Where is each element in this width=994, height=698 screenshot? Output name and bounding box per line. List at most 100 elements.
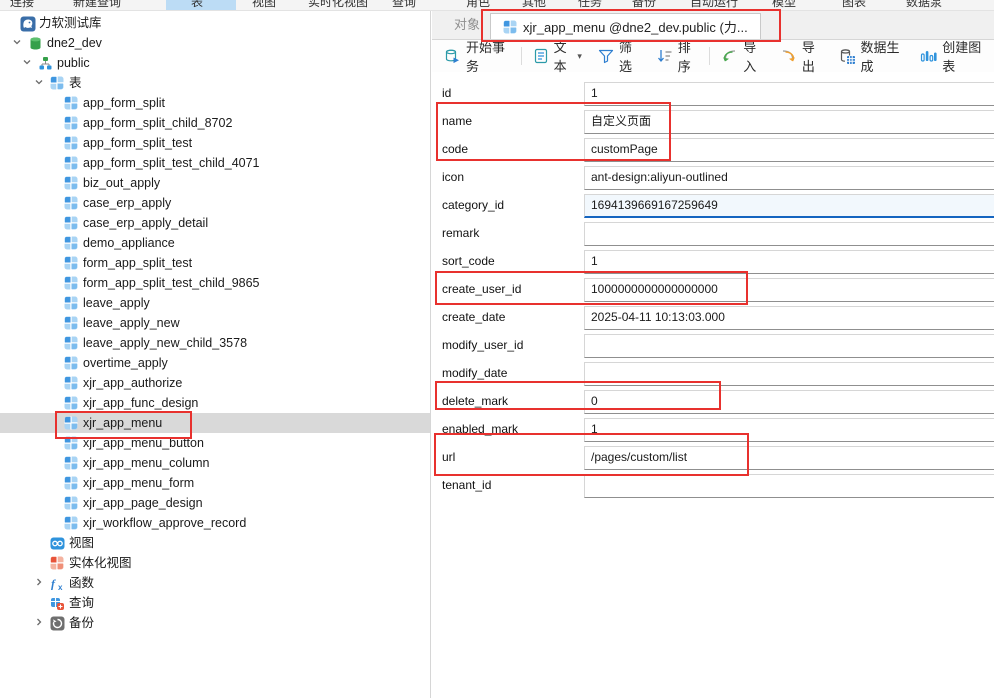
field-value-cell-category_id[interactable]: 1694139669167259649 (584, 194, 994, 218)
tree-item-xjr_app_authorize[interactable]: xjr_app_authorize (0, 373, 430, 393)
tree-item-dne2_dev[interactable]: dne2_dev (0, 33, 430, 53)
field-value-cell-create_date[interactable]: 2025-04-11 10:13:03.000 (584, 306, 994, 330)
table-folder-icon (50, 76, 64, 90)
field-name-label: modify_date (442, 366, 507, 380)
field-value-cell-remark[interactable] (584, 222, 994, 246)
field-name-label: sort_code (442, 254, 495, 268)
tree-item-视图[interactable]: 视图 (0, 533, 430, 553)
chevron-down-icon[interactable] (34, 77, 46, 89)
chevron-down-icon[interactable] (22, 57, 34, 69)
field-value-cell-id[interactable]: 1 (584, 82, 994, 106)
toolbar-button-label: 排序 (678, 37, 699, 75)
tree-item-label: demo_appliance (83, 233, 175, 253)
chevron-down-icon[interactable] (12, 37, 24, 49)
table-icon (64, 336, 78, 350)
sort-icon (656, 48, 673, 64)
tree-item-app_form_split_child_8702[interactable]: app_form_split_child_8702 (0, 113, 430, 133)
field-value-cell-sort_code[interactable]: 1 (584, 250, 994, 274)
cropped-toolbar-item[interactable]: 模型 (772, 0, 796, 10)
tab-xjr-app-menu[interactable]: xjr_app_menu @dne2_dev.public (力... (490, 13, 761, 39)
toolbar-button-filter[interactable]: 筛选 (590, 43, 648, 69)
cropped-toolbar-item[interactable]: 角色 (466, 0, 490, 10)
tree-item-label: form_app_split_test (83, 253, 192, 273)
toolbar-button-create-chart[interactable]: 创建图表 (912, 43, 994, 69)
tree-item-case_erp_apply_detail[interactable]: case_erp_apply_detail (0, 213, 430, 233)
toolbar-button-begin-transaction[interactable]: 开始事务 (436, 43, 518, 69)
field-row-code: codecustomPage (432, 136, 994, 164)
cropped-toolbar-item[interactable]: 自动运行 (690, 0, 738, 10)
tree-item-表[interactable]: 表 (0, 73, 430, 93)
tree-item-label: dne2_dev (47, 33, 102, 53)
table-icon (64, 156, 78, 170)
field-value-cell-icon[interactable]: ant-design:aliyun-outlined (584, 166, 994, 190)
toolbar-button-import[interactable]: 导入 (713, 43, 772, 69)
tree-item-xjr_app_menu[interactable]: xjr_app_menu (0, 413, 430, 433)
tree-item-overtime_apply[interactable]: overtime_apply (0, 353, 430, 373)
field-value-cell-create_user_id[interactable]: 1000000000000000000 (584, 278, 994, 302)
tree-item-xjr_app_menu_form[interactable]: xjr_app_menu_form (0, 473, 430, 493)
tab-label: xjr_app_menu @dne2_dev.public (力... (523, 17, 748, 36)
field-value-cell-tenant_id[interactable] (584, 474, 994, 498)
tree-item-leave_apply[interactable]: leave_apply (0, 293, 430, 313)
toolbar-button-label: 开始事务 (466, 37, 510, 75)
chevron-right-icon[interactable] (34, 577, 46, 589)
cropped-toolbar-item[interactable]: 任务 (578, 0, 602, 10)
backup-icon (50, 616, 64, 630)
tree-item-app_form_split_test[interactable]: app_form_split_test (0, 133, 430, 153)
field-value-cell-code[interactable]: customPage (584, 138, 994, 162)
tree-item-实体化视图[interactable]: 实体化视图 (0, 553, 430, 573)
cropped-toolbar-item[interactable]: 表 (191, 0, 203, 10)
tree-item-biz_out_apply[interactable]: biz_out_apply (0, 173, 430, 193)
cropped-toolbar-item[interactable]: 备份 (632, 0, 656, 10)
begin-transaction-icon (444, 48, 461, 65)
cropped-toolbar-item[interactable]: 数据泵 (906, 0, 942, 10)
tab-objects[interactable]: 对象 (446, 11, 488, 39)
dropdown-caret-icon[interactable]: ▾ (577, 51, 582, 62)
field-value-cell-url[interactable]: /pages/custom/list (584, 446, 994, 470)
tree-item-app_form_split_test_child_4071[interactable]: app_form_split_test_child_4071 (0, 153, 430, 173)
cropped-toolbar-item[interactable]: 查询 (392, 0, 416, 10)
tree-item-备份[interactable]: 备份 (0, 613, 430, 633)
tree-item-leave_apply_new[interactable]: leave_apply_new (0, 313, 430, 333)
cropped-toolbar-item[interactable]: 新建查询 (73, 0, 121, 10)
toolbar-button-sort[interactable]: 排序 (648, 43, 707, 69)
cropped-toolbar-item[interactable]: 其他 (522, 0, 546, 10)
toolbar-button-label: 筛选 (619, 37, 640, 75)
tree-item-label: app_form_split (83, 93, 165, 113)
tree-item-xjr_app_page_design[interactable]: xjr_app_page_design (0, 493, 430, 513)
cropped-toolbar-item[interactable]: 实时化视图 (308, 0, 368, 10)
svg-text:f: f (51, 577, 56, 591)
cropped-toolbar-item[interactable]: 图表 (842, 0, 866, 10)
tree-item-form_app_split_test_child_9865[interactable]: form_app_split_test_child_9865 (0, 273, 430, 293)
table-icon (64, 396, 78, 410)
cropped-toolbar-item[interactable]: 视图 (252, 0, 276, 10)
table-icon (64, 216, 78, 230)
tree-item-form_app_split_test[interactable]: form_app_split_test (0, 253, 430, 273)
chevron-right-icon[interactable] (34, 617, 46, 629)
cropped-toolbar-item[interactable]: 连接 (10, 0, 34, 10)
toolbar-button-data-generation[interactable]: 数据生成 (831, 43, 913, 69)
tree-item-leave_apply_new_child_3578[interactable]: leave_apply_new_child_3578 (0, 333, 430, 353)
tree-item-label: biz_out_apply (83, 173, 160, 193)
tree-item-public[interactable]: public (0, 53, 430, 73)
field-value-cell-name[interactable]: 自定义页面 (584, 110, 994, 134)
toolbar-button-export[interactable]: 导出 (772, 43, 831, 69)
tree-item-case_erp_apply[interactable]: case_erp_apply (0, 193, 430, 213)
field-value-cell-modify_user_id[interactable] (584, 334, 994, 358)
tree-item-xjr_app_func_design[interactable]: xjr_app_func_design (0, 393, 430, 413)
field-value-cell-enabled_mark[interactable]: 1 (584, 418, 994, 442)
tree-item-函数[interactable]: fx函数 (0, 573, 430, 593)
field-value-cell-delete_mark[interactable]: 0 (584, 390, 994, 414)
tree-item-力软测试库[interactable]: 力软测试库 (0, 13, 430, 33)
tree-item-xjr_workflow_approve_record[interactable]: xjr_workflow_approve_record (0, 513, 430, 533)
data-toolbar: 开始事务文本▾筛选排序导入导出数据生成创建图表 (432, 40, 994, 72)
field-row-name: name自定义页面 (432, 108, 994, 136)
field-value-cell-modify_date[interactable] (584, 362, 994, 386)
toolbar-button-text-mode[interactable]: 文本▾ (525, 43, 590, 69)
tree-item-xjr_app_menu_button[interactable]: xjr_app_menu_button (0, 433, 430, 453)
tree-item-查询[interactable]: 查询 (0, 593, 430, 613)
tree-item-xjr_app_menu_column[interactable]: xjr_app_menu_column (0, 453, 430, 473)
tree-item-demo_appliance[interactable]: demo_appliance (0, 233, 430, 253)
tree-item-app_form_split[interactable]: app_form_split (0, 93, 430, 113)
query-icon (50, 596, 64, 610)
